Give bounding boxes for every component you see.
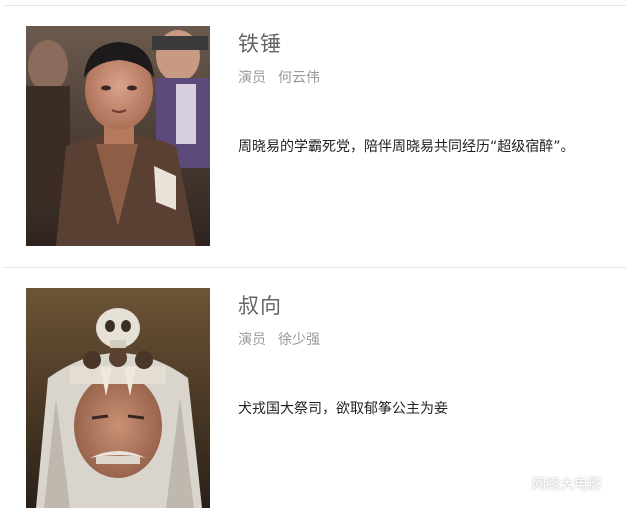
top-divider xyxy=(4,5,626,6)
character-description: 犬戎国大祭司，欲取郁筝公主为妾 xyxy=(238,401,448,417)
role-line: 演员 何云伟 xyxy=(238,67,320,87)
role-label: 演员 xyxy=(238,70,266,86)
character-description: 周晓易的学霸死党，陪伴周晓易共同经历“超级宿醉”。 xyxy=(238,139,575,155)
character-name: 铁锤 xyxy=(238,32,282,56)
character-photo[interactable] xyxy=(26,288,210,508)
actor-name[interactable]: 何云伟 xyxy=(278,70,320,86)
watermark: 网络大电影 xyxy=(498,473,602,495)
character-name: 叔向 xyxy=(238,294,282,318)
wechat-icon xyxy=(498,474,524,493)
card-divider xyxy=(4,267,626,268)
role-label: 演员 xyxy=(238,332,266,348)
character-photo[interactable] xyxy=(26,26,210,246)
role-line: 演员 徐少强 xyxy=(238,329,320,349)
watermark-text: 网络大电影 xyxy=(532,477,602,493)
actor-name[interactable]: 徐少强 xyxy=(278,332,320,348)
